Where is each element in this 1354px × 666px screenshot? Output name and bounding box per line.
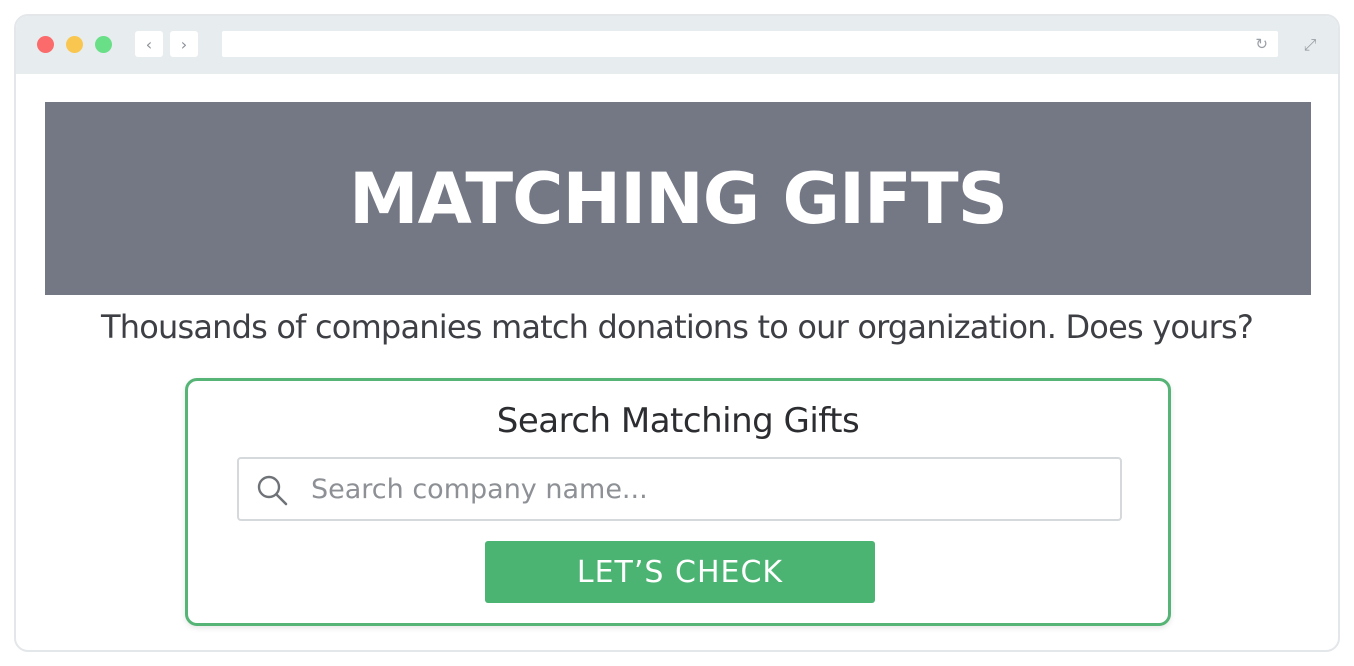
search-card: Search Matching Gifts LET’S CHECK [185, 378, 1171, 626]
lets-check-button[interactable]: LET’S CHECK [485, 541, 875, 603]
search-card-title: Search Matching Gifts [496, 401, 860, 441]
expand-icon[interactable]: ⤢ [1298, 33, 1322, 57]
maximize-window-button[interactable] [95, 36, 112, 53]
chevron-right-icon: › [180, 34, 188, 54]
reload-icon[interactable]: ↻ [1255, 34, 1268, 54]
close-window-button[interactable] [37, 36, 54, 53]
chevron-left-icon: ‹ [145, 34, 153, 54]
hero-banner: MATCHING GIFTS [45, 102, 1311, 295]
forward-button[interactable]: › [170, 31, 198, 57]
minimize-window-button[interactable] [66, 36, 83, 53]
search-input[interactable] [311, 459, 1101, 519]
address-bar[interactable]: ↻ [222, 31, 1278, 57]
search-box[interactable] [237, 457, 1122, 521]
search-icon [257, 475, 288, 506]
back-button[interactable]: ‹ [135, 31, 163, 57]
tagline: Thousands of companies match donations t… [100, 308, 1254, 346]
browser-window: ‹ › ↻ ⤢ MATCHING GIFTS Thousands of comp… [14, 14, 1340, 652]
page-title: MATCHING GIFTS [348, 157, 1008, 240]
browser-titlebar: ‹ › ↻ ⤢ [16, 16, 1338, 74]
